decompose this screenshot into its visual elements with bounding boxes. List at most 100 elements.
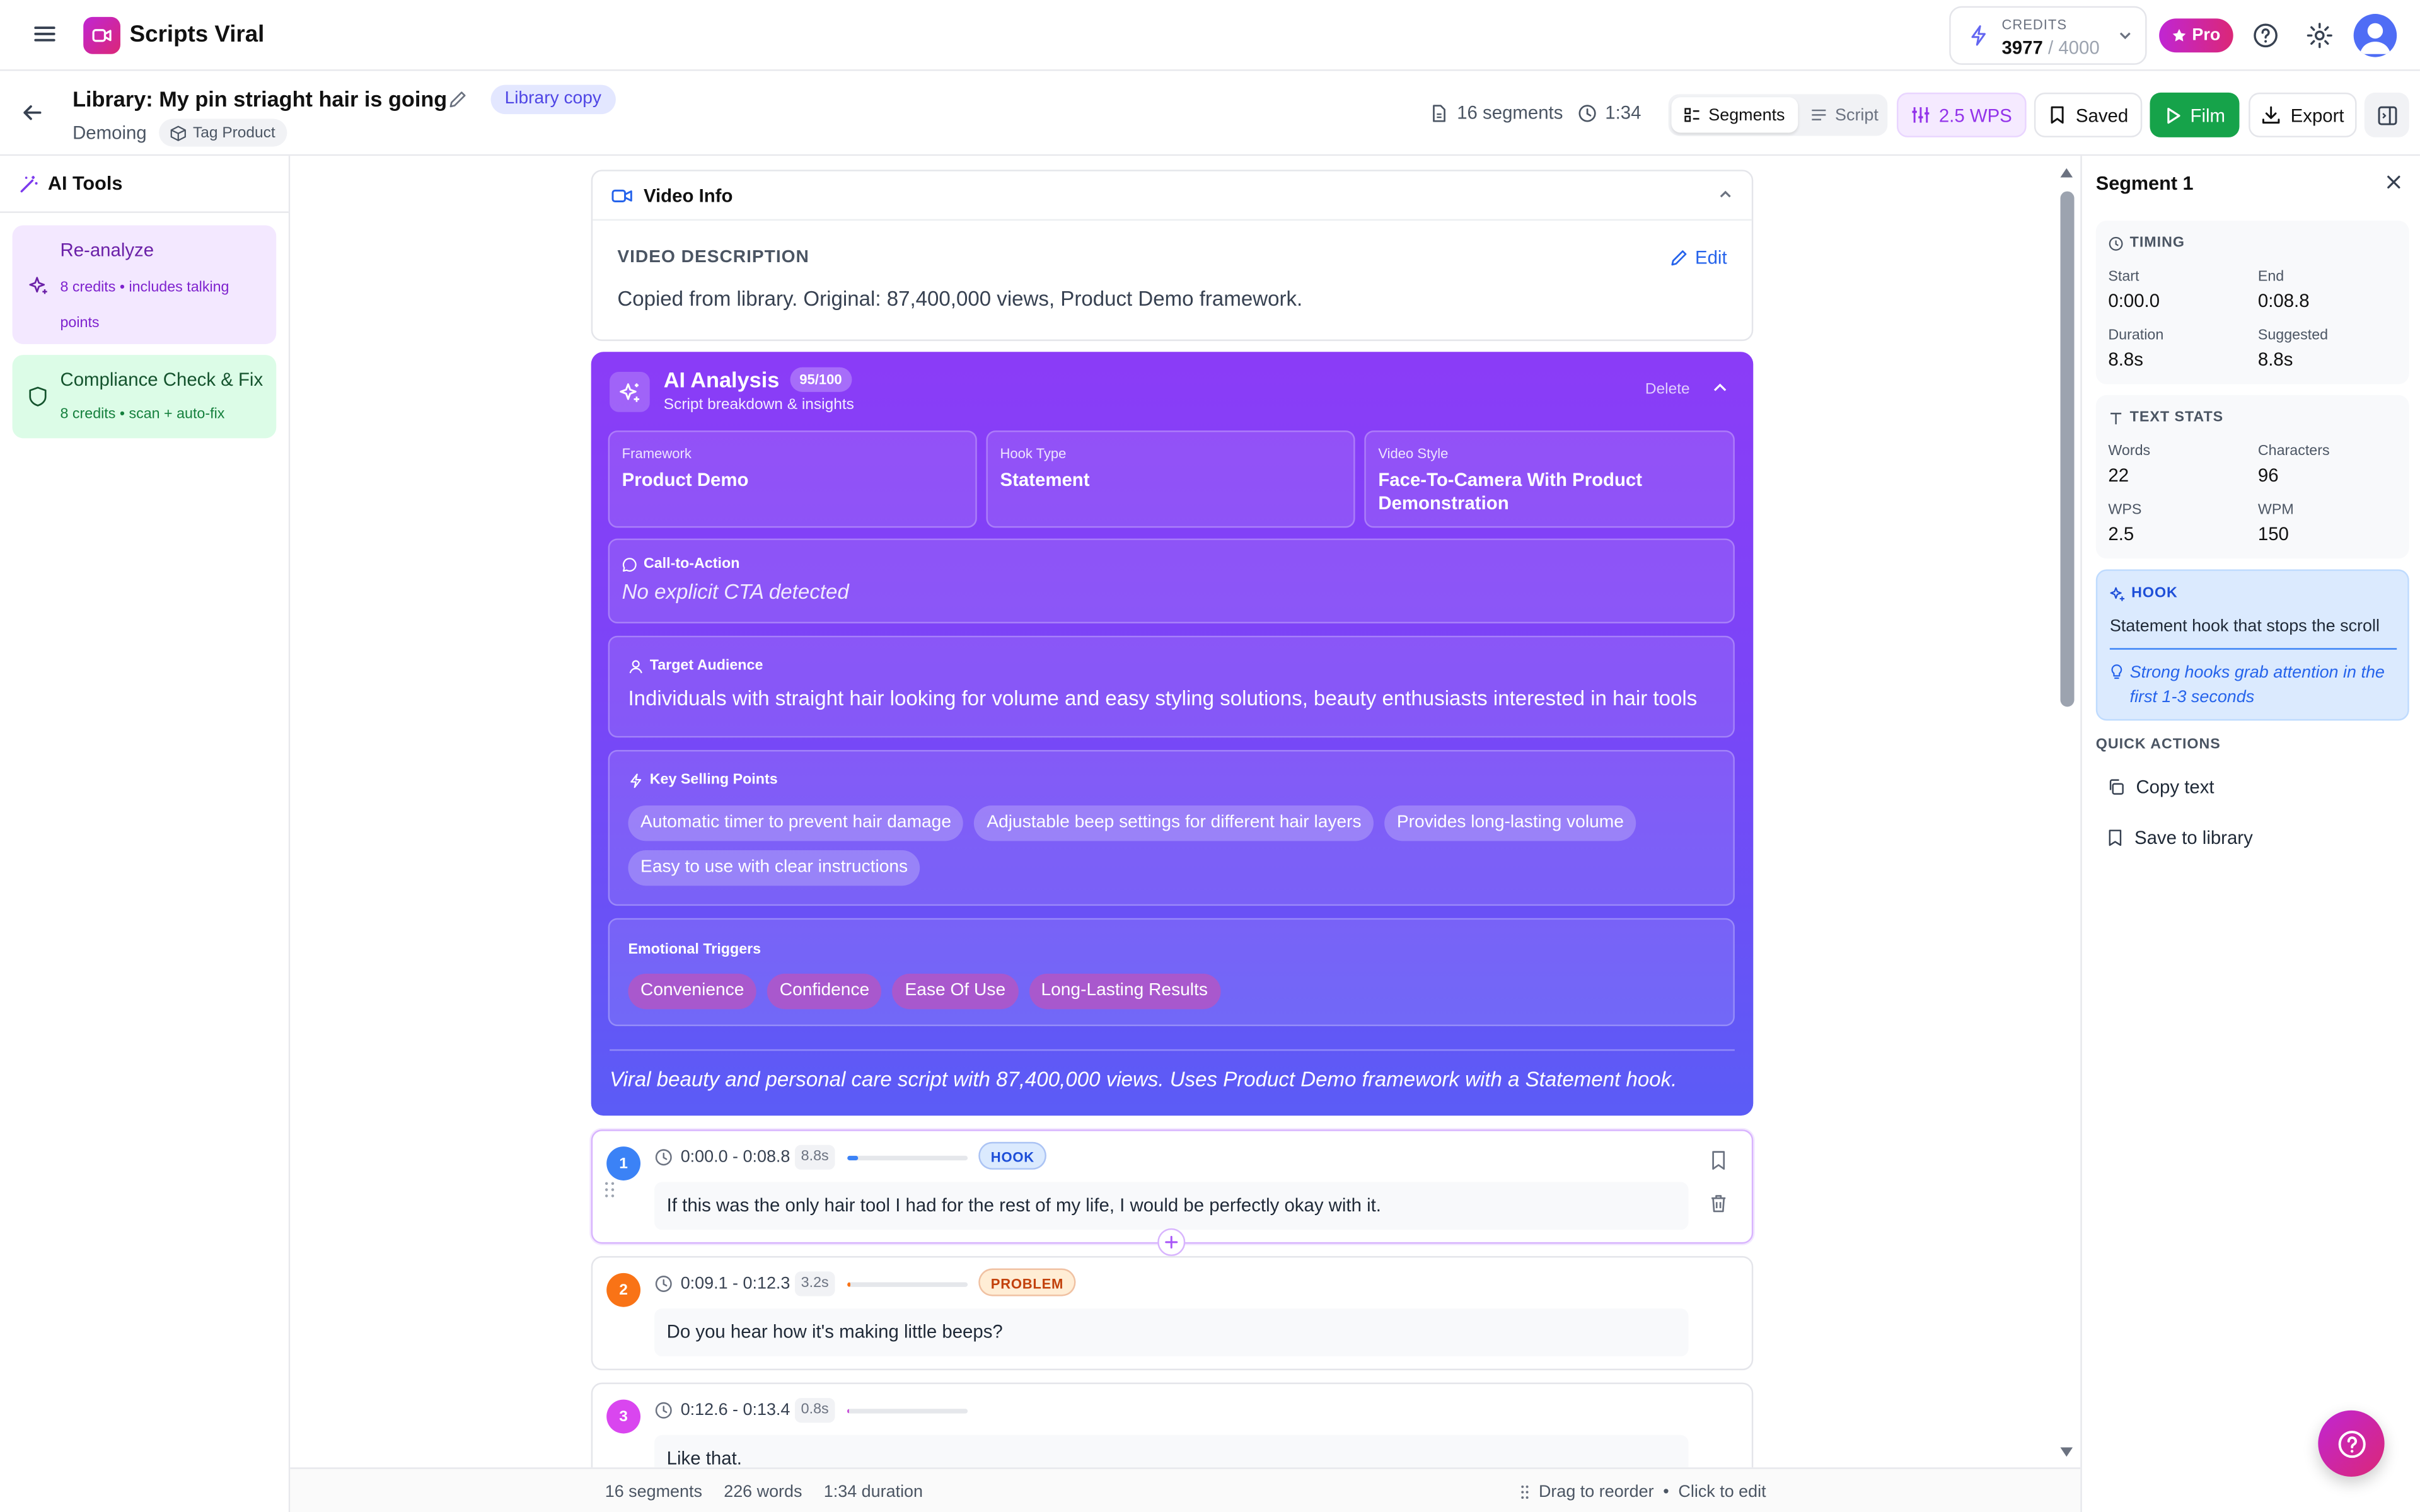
close-icon[interactable] (2385, 173, 2403, 191)
selling-point-chip: Easy to use with clear instructions (628, 850, 920, 886)
gear-icon[interactable] (2306, 21, 2334, 49)
segment-progress-fill (847, 1409, 848, 1414)
status-segments: 16 segments (605, 1482, 702, 1502)
framework-value: Product Demo (622, 469, 749, 491)
video-style-box: Video Style Face-To-Camera With Product … (1364, 430, 1735, 528)
tag-product-label: Tag Product (193, 124, 275, 142)
segment-card[interactable]: 2 0:09.1 - 0:12.3 3.2s PROBLEM Do you he… (591, 1255, 1754, 1371)
view-toggle: Segments Script (1668, 94, 1890, 136)
segment-details-panel: Segment 1 TIMING Start 0:00.0 End 0:08.8… (2080, 156, 2420, 1512)
chevron-down-icon (2117, 28, 2133, 43)
pro-badge[interactable]: Pro (2159, 18, 2233, 53)
tab-segments[interactable]: Segments (1671, 97, 1798, 133)
clock-icon (2108, 235, 2123, 250)
clock-icon (654, 1148, 673, 1167)
emotional-trigger-chip: Ease Of Use (892, 973, 1018, 1010)
save-to-library-button[interactable]: Save to library (2107, 827, 2253, 849)
click-hint: Click to edit (1678, 1482, 1766, 1502)
sparkles-icon (618, 381, 642, 404)
credits-dropdown[interactable]: CREDITS 3977 / 4000 (1949, 6, 2147, 65)
avatar[interactable] (2353, 14, 2397, 57)
segment-time-range: 0:09.1 - 0:12.3 (680, 1274, 790, 1293)
hook-label: HOOK (2131, 584, 2178, 602)
bolt-icon (1968, 25, 1989, 46)
delete-analysis-button[interactable]: Delete (1645, 381, 1690, 398)
text-lines-icon (1810, 107, 1827, 124)
script-subtitle: Demoing (72, 122, 147, 144)
reanalyze-desc: 8 credits • includes talking points (60, 279, 229, 332)
emotional-triggers-box: Emotional Triggers Convenience Confidenc… (608, 918, 1735, 1027)
sliders-icon (1911, 105, 1931, 125)
pencil-icon (1670, 248, 1689, 267)
film-button[interactable]: Film (2150, 92, 2240, 137)
chevron-up-icon[interactable] (1718, 187, 1733, 202)
compliance-check-button[interactable]: Compliance Check & Fix 8 credits • scan … (12, 355, 277, 439)
chars-value: 96 (2257, 464, 2279, 487)
framework-box: Framework Product Demo (608, 430, 977, 528)
emotional-trigger-chip: Convenience (628, 973, 757, 1010)
segment-type-tag[interactable]: HOOK (978, 1141, 1047, 1170)
drag-hint: Drag to reorder (1538, 1482, 1654, 1502)
drag-handle-icon[interactable] (603, 1180, 616, 1199)
emotional-trigger-chip: Confidence (767, 973, 882, 1010)
tab-script-label: Script (1835, 105, 1879, 125)
credits-total: / 4000 (2048, 37, 2100, 59)
segment-text[interactable]: If this was the only hair tool I had for… (654, 1182, 1689, 1230)
segment-count-label: 16 segments (1457, 101, 1563, 124)
copy-text-button[interactable]: Copy text (2107, 776, 2214, 798)
toggle-panel-button[interactable] (2364, 92, 2409, 137)
edit-label: Edit (1694, 246, 1727, 269)
end-value: 0:08.8 (2257, 290, 2310, 312)
segment-progress-fill (847, 1282, 851, 1287)
status-duration: 1:34 duration (823, 1482, 923, 1502)
ai-logo (610, 372, 650, 412)
segment-time-range: 0:12.6 - 0:13.4 (680, 1401, 790, 1420)
help-chat-button[interactable] (2318, 1410, 2385, 1477)
export-button[interactable]: Export (2249, 92, 2357, 137)
scroll-up-arrow[interactable] (2059, 166, 2074, 179)
segment-type-tag[interactable]: PROBLEM (978, 1268, 1076, 1296)
segment-card[interactable]: 1 0:00.0 - 0:08.8 8.8s HOOK If this was … (591, 1129, 1754, 1256)
menu-icon[interactable] (31, 20, 59, 48)
cta-header: Call-to-Action (622, 555, 739, 572)
saved-button[interactable]: Saved (2034, 92, 2143, 137)
reanalyze-title: Re-analyze (60, 239, 154, 261)
scroll-down-arrow[interactable] (2059, 1446, 2074, 1458)
reanalyze-button[interactable]: Re-analyze 8 credits • includes talking … (12, 225, 277, 344)
lightbulb-icon (2110, 664, 2124, 681)
ai-analysis-subtitle: Script breakdown & insights (663, 396, 854, 414)
hook-info-box: HOOK Statement hook that stops the scrol… (2095, 569, 2409, 721)
key-selling-points-header: Key Selling Points (628, 771, 778, 788)
video-icon (611, 186, 633, 204)
video-info-header[interactable]: Video Info (593, 171, 1752, 221)
drag-handle-icon (1520, 1484, 1530, 1499)
tab-script[interactable]: Script (1798, 97, 1890, 132)
segment-text[interactable]: Like that. (654, 1434, 1689, 1468)
segment-text[interactable]: Do you hear how it's making little beeps… (654, 1308, 1689, 1357)
edit-description-button[interactable]: Edit (1670, 247, 1727, 268)
chevron-up-icon[interactable] (1711, 379, 1728, 396)
hint-separator: • (1663, 1482, 1669, 1502)
start-label: Start (2108, 268, 2139, 286)
status-stats: 16 segments 226 words 1:34 duration (605, 1483, 923, 1501)
segment-card[interactable]: 3 0:12.6 - 0:13.4 0.8s Like that. (591, 1382, 1754, 1468)
wps-button[interactable]: 2.5 WPS (1896, 92, 2027, 137)
pencil-icon[interactable] (448, 89, 468, 110)
tag-product-button[interactable]: Tag Product (159, 118, 288, 147)
add-segment-button[interactable] (1157, 1228, 1186, 1256)
emotional-triggers-label: Emotional Triggers (628, 941, 761, 959)
help-icon[interactable] (2252, 21, 2279, 49)
selling-point-chip: Provides long-lasting volume (1384, 805, 1636, 841)
wps-label: 2.5 WPS (1938, 104, 2012, 126)
arrow-left-icon[interactable] (20, 100, 45, 125)
bookmark-icon[interactable] (1708, 1150, 1728, 1171)
main-editor: Video Info VIDEO DESCRIPTION Edit Copied… (290, 156, 2081, 1468)
pro-label: Pro (2192, 26, 2221, 45)
words-label: Words (2108, 442, 2151, 460)
ai-tools-title: AI Tools (47, 173, 123, 195)
video-description-label: VIDEO DESCRIPTION (617, 248, 809, 267)
chars-label: Characters (2257, 442, 2330, 460)
trash-icon[interactable] (1708, 1193, 1728, 1215)
scrollbar-thumb[interactable] (2060, 191, 2075, 707)
user-icon (628, 658, 643, 673)
